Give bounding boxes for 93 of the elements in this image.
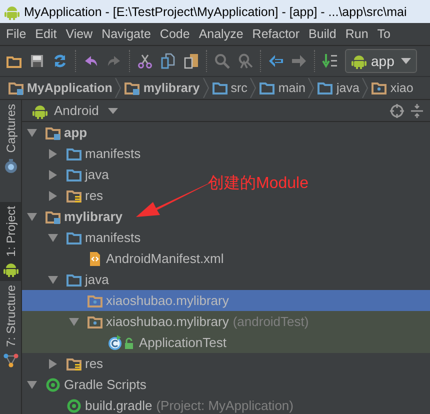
- folder-icon: [212, 80, 228, 96]
- view-dropdown[interactable]: Android: [32, 102, 132, 118]
- folder-icon: [66, 146, 82, 162]
- expanded-arrow-icon[interactable]: [69, 316, 79, 326]
- breadcrumb-item[interactable]: MyApplication: [5, 80, 116, 96]
- chevron-icon: [115, 78, 122, 98]
- folder-icon: [66, 272, 82, 288]
- chevron-icon: [362, 78, 368, 98]
- module-folder-icon: [45, 124, 61, 140]
- tree-item[interactable]: res: [22, 185, 108, 206]
- back-arrow-icon[interactable]: [268, 53, 284, 69]
- expanded-arrow-icon[interactable]: [27, 380, 37, 390]
- breadcrumb-item[interactable]: main: [256, 80, 308, 96]
- menu-item[interactable]: File: [2, 27, 32, 41]
- android-icon: [2, 261, 18, 278]
- xml-file-icon: [87, 250, 103, 266]
- resource-folder-icon: [66, 356, 82, 372]
- folder-icon: [66, 230, 82, 246]
- caret-icon: [108, 108, 118, 114]
- tree-item[interactable]: mylibrary: [22, 206, 127, 227]
- chevron-icon: [202, 78, 209, 98]
- package-folder-icon: [87, 292, 103, 308]
- folder-icon: [66, 166, 82, 182]
- class-icon: [108, 334, 136, 350]
- chevron-icon: [308, 78, 314, 98]
- collapsed-arrow-icon[interactable]: [48, 148, 58, 158]
- collapsed-arrow-icon[interactable]: [48, 358, 58, 368]
- tool-window-tab[interactable]: Captures: [0, 100, 21, 178]
- sync-icon[interactable]: [52, 53, 68, 69]
- structure-icon: [2, 352, 18, 368]
- copy-icon[interactable]: [160, 53, 176, 69]
- collapse-all-icon[interactable]: [410, 104, 424, 118]
- menu-item[interactable]: Navigate: [98, 27, 156, 41]
- folder-icon: [317, 80, 334, 96]
- window-title: MyApplication - [E:\TestProject\MyApplication] - [app] - ...\app\src\mai: [24, 4, 407, 18]
- tree-item[interactable]: build.gradle (Project: MyApplication): [22, 395, 298, 414]
- package-folder-icon: [87, 314, 103, 330]
- folder-icon: [259, 80, 276, 96]
- annotation-label: 创建的Module: [208, 174, 308, 194]
- menu-item[interactable]: Build: [304, 27, 342, 41]
- resource-folder-icon: [66, 188, 82, 204]
- chevron-icon: [250, 78, 256, 98]
- expanded-arrow-icon[interactable]: [48, 232, 58, 242]
- android-icon: [351, 53, 367, 69]
- menu-item[interactable]: Refactor: [248, 27, 305, 41]
- android-icon: [4, 4, 20, 20]
- expanded-arrow-icon[interactable]: [48, 274, 58, 284]
- module-folder-icon: [45, 208, 61, 224]
- android-icon: [32, 102, 48, 118]
- package-folder-icon: [371, 80, 388, 96]
- collapsed-arrow-icon[interactable]: [48, 170, 58, 180]
- forward-arrow-icon[interactable]: [291, 53, 307, 69]
- tool-window-tab[interactable]: 7: Structure: [0, 281, 21, 372]
- tree-item[interactable]: manifests: [22, 227, 145, 248]
- menu-item[interactable]: Run: [341, 27, 374, 41]
- tree-item[interactable]: Gradle Scripts: [22, 374, 150, 395]
- tree-item[interactable]: ApplicationTest: [22, 332, 430, 353]
- tree-item[interactable]: manifests: [22, 143, 145, 164]
- breadcrumb-item[interactable]: xiao: [368, 80, 416, 96]
- module-folder-icon: [8, 80, 24, 96]
- tree-item-note: (Project: MyApplication): [156, 398, 294, 413]
- breadcrumb-item[interactable]: src: [208, 80, 250, 96]
- tree-item[interactable]: xiaoshubao.mylibrary (androidTest): [22, 311, 430, 332]
- menu-item[interactable]: Edit: [31, 27, 62, 41]
- locate-icon[interactable]: [390, 104, 404, 118]
- menu-item[interactable]: Code: [156, 27, 195, 41]
- paste-icon[interactable]: [183, 53, 199, 69]
- expanded-arrow-icon[interactable]: [27, 212, 37, 222]
- expanded-arrow-icon[interactable]: [27, 128, 37, 138]
- menu-item[interactable]: To: [373, 27, 396, 41]
- tree-item[interactable]: app: [22, 122, 92, 143]
- menu-item[interactable]: Analyze: [194, 27, 248, 41]
- make-project-icon[interactable]: [322, 53, 338, 69]
- tool-window-tab[interactable]: 1: Project: [0, 202, 21, 282]
- breadcrumb-item[interactable]: java: [314, 80, 362, 96]
- caret-icon: [401, 58, 412, 64]
- find-replace-icon[interactable]: [237, 53, 253, 69]
- tree-item[interactable]: AndroidManifest.xml: [22, 248, 228, 269]
- collapsed-arrow-icon[interactable]: [48, 190, 58, 200]
- search-icon[interactable]: [214, 53, 230, 69]
- breadcrumb-item[interactable]: mylibrary: [121, 80, 203, 96]
- tree-item[interactable]: java: [22, 164, 113, 185]
- gradle-icon: [66, 398, 82, 414]
- run-config-dropdown[interactable]: app: [345, 49, 418, 73]
- gradle-icon: [45, 376, 61, 392]
- tree-item-note: (androidTest): [232, 314, 309, 329]
- scissors-icon[interactable]: [137, 53, 153, 69]
- camera-icon: [2, 158, 18, 174]
- tree-item[interactable]: java: [22, 269, 113, 290]
- tree-item[interactable]: res: [22, 353, 108, 374]
- module-folder-icon: [124, 80, 140, 96]
- menu-item[interactable]: View: [62, 27, 98, 41]
- save-icon[interactable]: [29, 53, 45, 69]
